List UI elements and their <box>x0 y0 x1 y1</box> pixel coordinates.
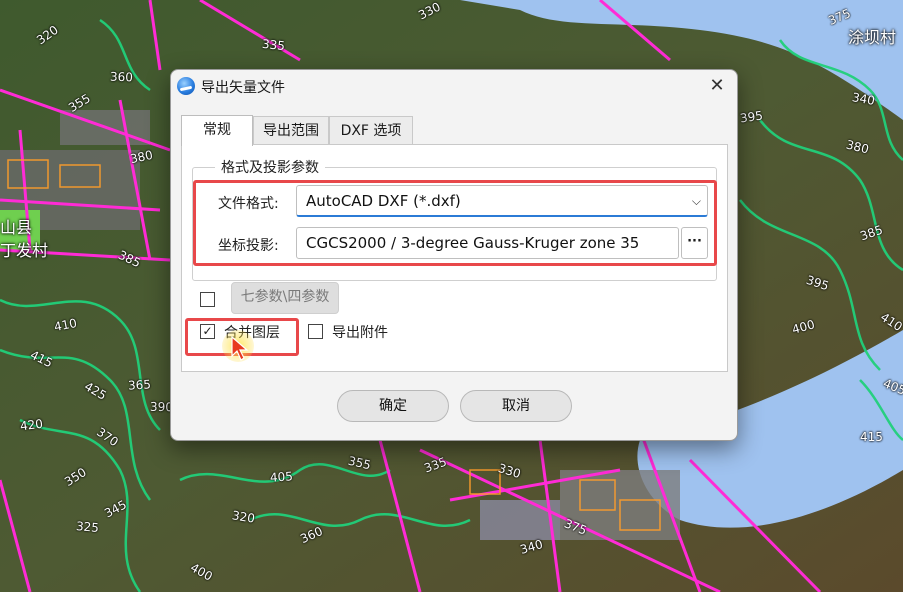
merge-layers-checkbox[interactable]: ✓ <box>200 324 215 339</box>
projection-value: CGCS2000 / 3-degree Gauss-Kruger zone 35 <box>306 234 640 252</box>
dialog-title: 导出矢量文件 <box>201 80 285 96</box>
export-vector-dialog: 导出矢量文件 ✕ 常规 导出范围 DXF 选项 格式及投影参数 文件格式: Au… <box>170 69 738 441</box>
seven-param-checkbox[interactable] <box>200 292 215 307</box>
export-attachments-checkbox[interactable] <box>308 324 323 339</box>
seven-param-button: 七参数\四参数 <box>231 282 339 314</box>
app-globe-icon <box>177 77 195 95</box>
contour-value-label: 365 <box>127 377 152 393</box>
group-title: 格式及投影参数 <box>215 157 325 177</box>
ok-button[interactable]: 确定 <box>337 390 449 422</box>
browse-projection-button[interactable]: ··· <box>681 227 708 259</box>
close-icon[interactable]: ✕ <box>703 74 731 98</box>
county-label: 山县 <box>0 218 33 237</box>
contour-value-label: 360 <box>109 69 134 85</box>
cancel-button[interactable]: 取消 <box>460 390 572 422</box>
tab-dxf-options[interactable]: DXF 选项 <box>329 116 413 145</box>
village-label-tuba: 涂坝村 <box>848 28 897 47</box>
tab-general[interactable]: 常规 <box>181 115 253 146</box>
projection-label: 坐标投影: <box>218 238 279 254</box>
contour-value-label: 325 <box>75 519 100 535</box>
contour-value-label: 405 <box>269 469 294 485</box>
contour-value-label: 335 <box>261 36 286 54</box>
contour-value-label: 415 <box>860 430 883 444</box>
village-label-dingfa: 丁发村 <box>0 241 49 260</box>
projection-field[interactable]: CGCS2000 / 3-degree Gauss-Kruger zone 35 <box>296 227 679 259</box>
general-panel: 格式及投影参数 文件格式: AutoCAD DXF (*.dxf) ⌵ 坐标投影… <box>181 144 728 372</box>
file-format-select[interactable]: AutoCAD DXF (*.dxf) ⌵ <box>296 185 708 217</box>
mouse-pointer-icon <box>231 336 249 361</box>
export-attachments-label[interactable]: 导出附件 <box>332 322 388 342</box>
tab-export-extent[interactable]: 导出范围 <box>253 116 329 145</box>
file-format-value: AutoCAD DXF (*.dxf) <box>306 192 461 210</box>
dialog-titlebar[interactable]: 导出矢量文件 ✕ <box>171 70 737 102</box>
contour-value-label: 420 <box>19 416 44 434</box>
file-format-label: 文件格式: <box>218 196 279 212</box>
chevron-down-icon: ⌵ <box>691 194 701 208</box>
